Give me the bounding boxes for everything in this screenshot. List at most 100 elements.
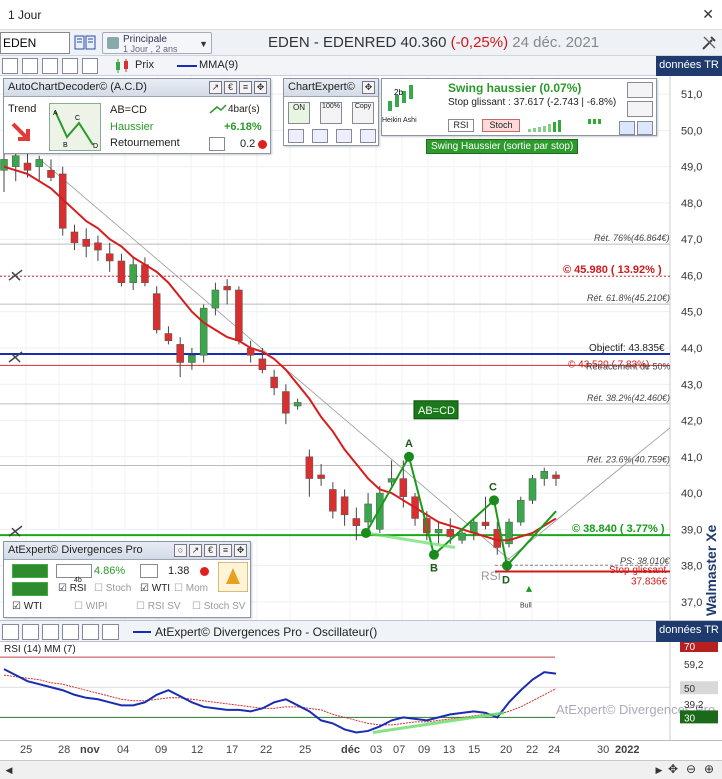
period-icon bbox=[107, 37, 119, 49]
x-tick-label: 03 bbox=[370, 744, 383, 756]
symbol-input[interactable] bbox=[0, 32, 70, 54]
stoch-button[interactable]: Stoch bbox=[482, 119, 520, 132]
arrow-icon[interactable] bbox=[627, 101, 653, 117]
period-selector[interactable]: Principale 1 Jour , 2 ans ▼ bbox=[102, 32, 212, 54]
candle-body bbox=[199, 307, 208, 356]
rk-icon[interactable] bbox=[209, 137, 225, 151]
line-tool-icon[interactable] bbox=[42, 58, 58, 74]
candle-body bbox=[270, 376, 278, 389]
y-tick-label: 41,0 bbox=[681, 452, 702, 464]
oscillator-header: AtExpert© Divergences Pro - Oscillateur(… bbox=[0, 620, 722, 642]
svg-text:D: D bbox=[93, 143, 98, 150]
palette-icon[interactable] bbox=[336, 129, 352, 143]
heikin-ashi-icon[interactable]: 2b bbox=[386, 81, 422, 117]
div-rsisv[interactable]: ☐ RSI SV bbox=[136, 601, 181, 612]
y-tick-label: 48,0 bbox=[681, 198, 702, 210]
move-icon[interactable]: ✥ bbox=[254, 81, 267, 94]
x-tick-label: 22 bbox=[260, 744, 273, 756]
chartexpert-panel[interactable]: ChartExpert© ✥ ON 100% Copy bbox=[283, 78, 379, 146]
candle-body bbox=[105, 253, 114, 262]
svg-text:2b: 2b bbox=[394, 88, 403, 97]
rect-tool-icon[interactable] bbox=[82, 58, 98, 74]
x-tick-label: 24 bbox=[548, 744, 561, 756]
horizontal-scrollbar[interactable]: ◀ ▶ ✥ ⊖ ⊕ bbox=[0, 760, 722, 779]
rk-icon[interactable] bbox=[140, 564, 158, 578]
settings-icon[interactable]: ≡ bbox=[219, 544, 232, 557]
chart-view-icon[interactable] bbox=[619, 121, 635, 135]
bull-label: Bull bbox=[520, 602, 532, 609]
zoom-icon[interactable] bbox=[637, 121, 653, 135]
y-tick-label: 46,0 bbox=[681, 270, 702, 282]
expand-icon[interactable]: ↗ bbox=[189, 544, 202, 557]
divergences-panel[interactable]: AtExpert© Divergences Pro ○ ↗ € ≡ ✥ 4b 4… bbox=[3, 541, 251, 618]
y-tick-label: 51,0 bbox=[681, 89, 702, 101]
donnees-tr-badge-osc[interactable]: données TR bbox=[656, 621, 722, 642]
swing-panel[interactable]: 2b Heikin Ashi Swing haussier (0.07%) St… bbox=[381, 78, 657, 136]
rect-tool-icon[interactable] bbox=[82, 624, 99, 640]
euro-icon[interactable]: € bbox=[224, 81, 237, 94]
chartexpert-title: ChartExpert© bbox=[288, 81, 355, 93]
expand-icon[interactable]: ↗ bbox=[209, 81, 222, 94]
rsi-button[interactable]: RSI bbox=[448, 119, 474, 132]
crosshair-tool-icon[interactable] bbox=[2, 58, 18, 74]
div-mom[interactable]: ☐ Mom bbox=[174, 583, 208, 594]
copy-button[interactable]: Copy bbox=[352, 102, 374, 124]
status-dots-icon bbox=[588, 119, 601, 124]
status-red-dot bbox=[200, 567, 209, 576]
point-c-label: C bbox=[489, 481, 497, 493]
candle-body bbox=[23, 162, 32, 171]
ap-tool-icon[interactable] bbox=[62, 624, 79, 640]
swing-badge: Swing Haussier (sortie par stop) bbox=[426, 139, 579, 154]
zoom-out-icon[interactable]: ⊖ bbox=[686, 762, 696, 776]
donnees-tr-badge[interactable]: données TR bbox=[656, 56, 722, 76]
candle-legend-icon bbox=[116, 59, 128, 73]
rsi-chart[interactable]: RSI (14) MM (7) AtExpert© Divergences Pro… bbox=[0, 639, 722, 740]
info-icon[interactable] bbox=[360, 129, 376, 143]
y-tick-label: 40,0 bbox=[681, 488, 702, 500]
tools-icon[interactable] bbox=[700, 34, 718, 52]
on-button[interactable]: ON bbox=[288, 102, 310, 124]
divergences-header: AtExpert© Divergences Pro ○ ↗ € ≡ ✥ bbox=[4, 542, 250, 560]
heikin-label: Heikin Ashi bbox=[382, 117, 417, 124]
wave-tool-icon[interactable] bbox=[22, 58, 38, 74]
minimize-icon[interactable]: ○ bbox=[174, 544, 187, 557]
pencil-icon[interactable] bbox=[288, 129, 304, 143]
move-icon[interactable]: ✥ bbox=[362, 81, 375, 94]
bell-icon[interactable] bbox=[218, 562, 248, 592]
wave-tool-icon[interactable] bbox=[22, 624, 39, 640]
x-tick-label: 20 bbox=[500, 744, 513, 756]
x-tick-label: 13 bbox=[443, 744, 456, 756]
div-wipi[interactable]: ☐ WIPI bbox=[74, 601, 107, 612]
close-icon[interactable]: ✕ bbox=[702, 6, 714, 23]
euro-icon[interactable]: € bbox=[204, 544, 217, 557]
div-rsi[interactable]: ☑ RSI bbox=[58, 583, 86, 594]
wave-green-icon[interactable] bbox=[12, 564, 48, 578]
abcd-thumbnail[interactable]: A B C D bbox=[49, 103, 101, 151]
settings-icon[interactable]: ≡ bbox=[239, 81, 252, 94]
price-chart[interactable]: 51,0 50,0 49,0 48,0 47,0 46,0 45,0 44,0 43,0 42,0… bbox=[0, 76, 722, 620]
stock-date: 24 déc. 2021 bbox=[512, 34, 600, 51]
rsi-divergence-line bbox=[372, 711, 505, 734]
move-icon[interactable]: ✥ bbox=[234, 544, 247, 557]
x-tick-label: 07 bbox=[393, 744, 406, 756]
div-wti2[interactable]: ☑ WTI bbox=[12, 601, 42, 612]
wave-green-icon-2[interactable] bbox=[12, 582, 48, 596]
scroll-left-icon[interactable]: ◀ bbox=[2, 763, 16, 777]
div-stochsv[interactable]: ☐ Stoch SV bbox=[192, 601, 245, 612]
line-tool-icon[interactable] bbox=[42, 624, 59, 640]
acd-panel[interactable]: AutoChartDecoder© (A.C.D) ↗ € ≡ ✥ Trend … bbox=[3, 78, 271, 154]
div-stoch[interactable]: ☐ Stoch bbox=[94, 583, 131, 594]
candle-body bbox=[540, 471, 549, 479]
ap-tool-icon[interactable] bbox=[62, 58, 78, 74]
close-icon[interactable] bbox=[102, 624, 119, 640]
crosshair-tool-icon[interactable] bbox=[2, 624, 19, 640]
y-tick-label: 37,0 bbox=[681, 597, 702, 609]
zoom-in-icon[interactable]: ⊕ bbox=[704, 762, 714, 776]
move-icon[interactable] bbox=[627, 82, 653, 98]
scroll-right-icon[interactable]: ▶ bbox=[652, 763, 666, 777]
div-wti[interactable]: ☑ WTI bbox=[140, 583, 170, 594]
move-icon[interactable]: ✥ bbox=[668, 762, 678, 776]
brush-icon[interactable] bbox=[312, 129, 328, 143]
book-icon[interactable] bbox=[74, 34, 96, 52]
zoom100-button[interactable]: 100% bbox=[320, 102, 342, 124]
